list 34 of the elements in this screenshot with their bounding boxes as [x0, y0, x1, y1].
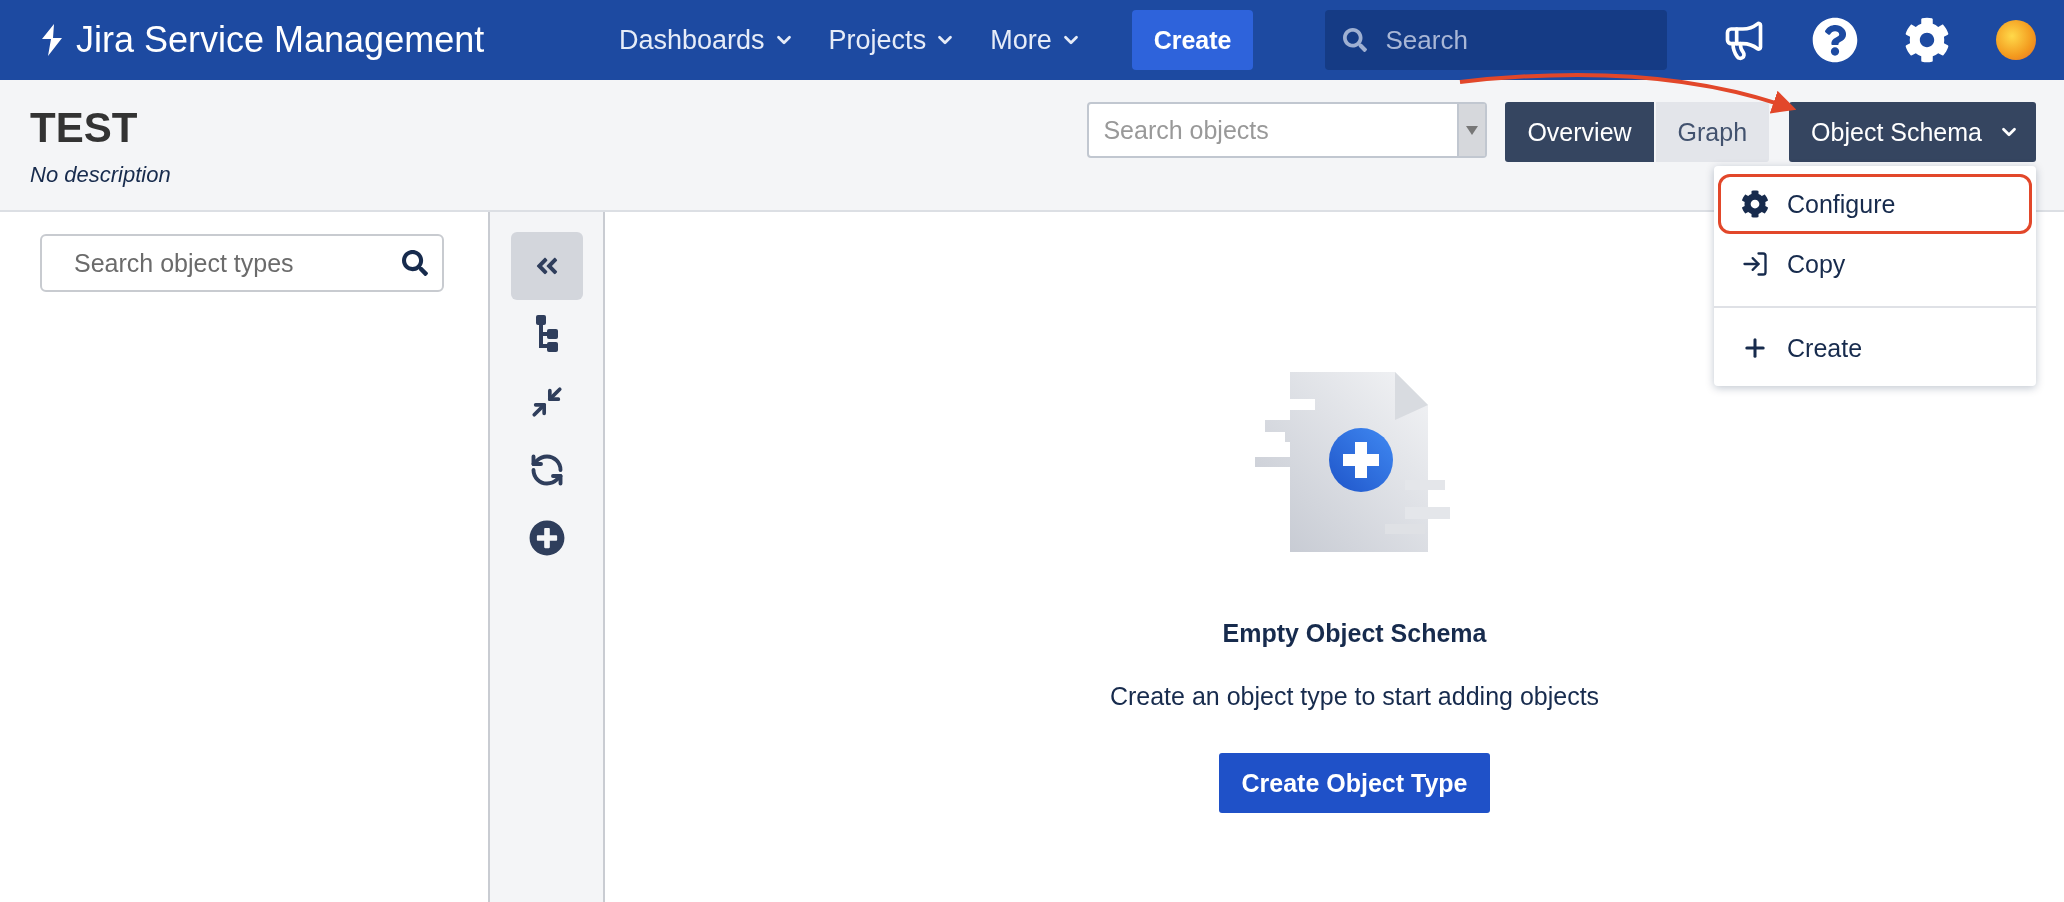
empty-state-title: Empty Object Schema [1222, 619, 1487, 648]
search-box[interactable]: Search [1325, 10, 1668, 70]
avatar-icon[interactable] [1996, 20, 2036, 60]
search-icon [1343, 28, 1368, 52]
triangle-down-icon [1466, 125, 1479, 135]
view-tab[interactable]: Graph [1655, 102, 1770, 162]
menu-item-label: Configure [1787, 189, 1896, 219]
schema-title: TEST [30, 104, 139, 152]
menu-item[interactable]: Configure [1718, 174, 2032, 234]
dropdown-toggle[interactable] [1457, 104, 1486, 156]
settings-icon[interactable] [1904, 17, 1950, 63]
nav-menu-item[interactable]: More [978, 16, 1094, 64]
create-object-type-button[interactable]: Create Object Type [1219, 753, 1490, 813]
empty-state-text: Create an object type to start adding objects [1109, 682, 1600, 711]
nav-menu-item[interactable]: Projects [816, 16, 969, 64]
menu-item[interactable]: Copy [1718, 234, 2032, 294]
nav-menu-item[interactable]: Dashboards [607, 16, 807, 64]
menu-item[interactable]: Create [1718, 318, 2032, 378]
create-button[interactable]: Create [1131, 10, 1254, 70]
menu-item-label: Create [1787, 333, 1863, 363]
lightning-logo-icon [40, 24, 64, 56]
search-object-types-box[interactable]: Search object types [40, 234, 444, 292]
compress-arrows-icon [529, 385, 564, 419]
menu-item-label: Copy [1787, 249, 1846, 279]
toolbar-button[interactable] [510, 232, 583, 300]
object-schema-button[interactable]: Object Schema [1789, 102, 2036, 162]
search-field[interactable]: Search [1383, 10, 1650, 70]
gear-icon [1741, 190, 1769, 218]
help-icon[interactable] [1812, 17, 1858, 63]
schema-description: No description [30, 162, 171, 188]
search-icon [402, 250, 428, 276]
tree-icon [534, 314, 559, 354]
product-name: Jira Service Management [76, 19, 485, 61]
view-tab[interactable]: Overview [1505, 102, 1654, 162]
